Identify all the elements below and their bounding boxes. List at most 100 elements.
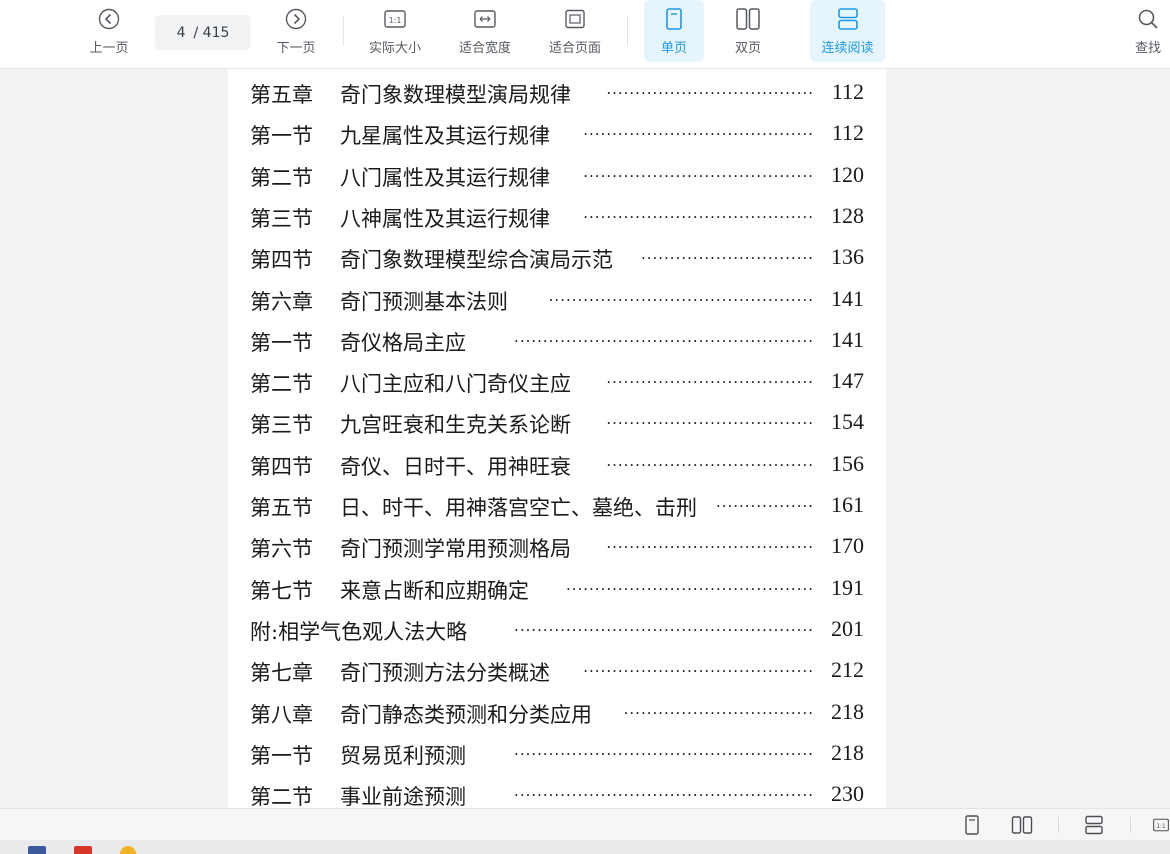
toc-row[interactable]: 第四节 奇门象数理模型综合演局示范 ························… (250, 238, 864, 274)
actual-size-button[interactable]: 1:1 实际大小 (363, 0, 427, 62)
fit-page-button[interactable]: 适合页面 (543, 0, 607, 62)
top-toolbar: 上一页 4 / 415 下一页 1:1 实际大小 适合宽度 适合页面 单页 双页… (0, 0, 1170, 69)
next-page-button[interactable]: 下一页 (271, 0, 321, 62)
toc-row[interactable]: 第六章 奇门预测基本法则 ·····························… (250, 280, 864, 316)
prev-page-button[interactable]: 上一页 (84, 0, 134, 62)
toc-page-number: 170 (831, 533, 864, 559)
continuous-icon (836, 8, 860, 30)
toc-section-number: 第一节 (250, 124, 313, 149)
toc-section-number: 第二节 (250, 785, 313, 809)
continuous-icon (1085, 815, 1103, 835)
status-single-page-button[interactable] (960, 813, 984, 837)
toc-title: 八神属性及其运行规律 (340, 206, 550, 231)
toc-leader-dots: ········································ (583, 166, 814, 185)
toc-row[interactable]: 第二节 事业前途预测 ·······························… (250, 775, 864, 809)
toc-section-number: 第四节 (250, 248, 313, 273)
toc-page-number: 120 (831, 161, 864, 187)
toc-page-number: 141 (831, 326, 864, 352)
toc-section-number: 第二节 (250, 372, 313, 397)
toc-row[interactable]: 第四节 奇仪、日时干、用神旺衰 ··························… (250, 445, 864, 481)
toc-row[interactable]: 第一节 贸易觅利预测 ·······························… (250, 734, 864, 770)
toc-title: 奇门预测基本法则 (340, 289, 508, 314)
toc-section-number: 第五章 (250, 83, 313, 107)
single-page-button[interactable]: 单页 (644, 0, 704, 62)
fit-width-icon (473, 8, 497, 30)
fit-width-button[interactable]: 适合宽度 (453, 0, 517, 62)
toc-row[interactable]: 第五章 奇门象数理模型演局规律 ··························… (250, 73, 864, 109)
toc-row[interactable]: 第五节 日、时干、用神落宫空亡、墓绝、击刑 ················· 161 (250, 486, 864, 522)
actual-size-icon: 1:1 (1153, 818, 1169, 832)
toc-section-number: 第五节 (250, 496, 313, 520)
toc-row[interactable]: 第二节 八门属性及其运行规律 ···························… (250, 156, 864, 192)
toc-row[interactable]: 第二节 八门主应和八门奇仪主应 ··························… (250, 362, 864, 398)
toc-page-number: 128 (831, 202, 864, 228)
search-icon (1137, 8, 1159, 30)
toc-section-number: 第四节 (250, 454, 313, 479)
toc-row[interactable]: 第三节 八神属性及其运行规律 ···························… (250, 197, 864, 233)
search-button[interactable]: 查找 (1128, 0, 1168, 62)
toc-leader-dots: ········································… (565, 579, 814, 598)
toc-title: 奇门象数理模型演局规律 (340, 83, 571, 107)
toc-row[interactable]: 第八章 奇门静态类预测和分类应用 ·························… (250, 693, 864, 729)
document-page: 第五章 奇门象数理模型演局规律 ··························… (228, 69, 886, 809)
toc-page-number: 112 (831, 79, 864, 104)
toc-title: 来意占断和应期确定 (340, 578, 529, 603)
toc-section-number: 第三节 (250, 413, 313, 438)
toc-row[interactable]: 第一节 奇仪格局主应 ·······························… (250, 321, 864, 357)
actual-size-label: 实际大小 (368, 41, 421, 56)
toc-section-number: 第六章 (250, 289, 313, 314)
toc-title: 贸易觅利预测 (340, 743, 466, 768)
current-page: 4 (176, 24, 186, 41)
toc-leader-dots: ········································ (583, 207, 814, 226)
toc-section-number: 第八章 (250, 702, 313, 727)
page-number-input[interactable]: 4 / 415 (155, 15, 251, 50)
status-continuous-button[interactable] (1082, 813, 1106, 837)
toc-page-number: 191 (831, 574, 864, 600)
toc-title: 九宫旺衰和生克关系论断 (340, 413, 571, 438)
toc-leader-dots: ···································· (606, 455, 814, 474)
toc-title: 八门属性及其运行规律 (340, 165, 550, 190)
toc-row[interactable]: 第三节 九宫旺衰和生克关系论断 ··························… (250, 403, 864, 439)
prev-page-label: 上一页 (89, 41, 129, 56)
toc-page-number: 141 (831, 285, 864, 311)
taskbar-sun-icon[interactable] (120, 846, 136, 854)
actual-size-icon: 1:1 (383, 8, 407, 30)
toc-title: 日、时干、用神落宫空亡、墓绝、击刑 (340, 496, 697, 520)
status-actual-size-button[interactable]: 1:1 (1152, 813, 1170, 837)
toc-row[interactable]: 第六节 奇门预测学常用预测格局 ··························… (250, 527, 864, 563)
status-double-page-button[interactable] (1010, 813, 1034, 837)
toc-row[interactable]: 第七节 来意占断和应期确定 ····························… (250, 569, 864, 605)
total-pages: / 415 (193, 24, 230, 41)
taskbar-document-icon[interactable] (28, 846, 46, 854)
toc-title: 八门主应和八门奇仪主应 (340, 372, 571, 397)
double-page-label: 双页 (734, 41, 761, 56)
chevron-left-circle-icon (98, 8, 120, 30)
toc-page-number: 212 (831, 657, 864, 683)
toc-page-number: 112 (831, 120, 864, 146)
taskbar-pdf-icon[interactable] (74, 846, 92, 854)
single-page-icon (664, 8, 684, 30)
toc-row[interactable]: 第七章 奇门预测方法分类概述 ···························… (250, 651, 864, 687)
toc-row[interactable]: 第一节 九星属性及其运行规律 ···························… (250, 114, 864, 150)
svg-text:1:1: 1:1 (389, 16, 402, 25)
double-page-button[interactable]: 双页 (720, 0, 776, 62)
continuous-reading-button[interactable]: 连续阅读 (810, 0, 885, 62)
toc-leader-dots: ···································· (606, 538, 814, 557)
toc-page-number: 154 (831, 409, 864, 435)
toc-title: 奇仪格局主应 (340, 330, 466, 355)
toc-page-number: 201 (831, 615, 864, 641)
toc-row[interactable]: 附:相学气色观人法大略 ·····························… (250, 610, 864, 646)
toc-leader-dots: ···································· (606, 414, 814, 433)
toc-title: 附:相学气色观人法大略 (250, 619, 468, 644)
toc-section-number: 第七章 (250, 661, 313, 686)
toc-leader-dots: ········································… (514, 744, 814, 763)
toc-page-number: 156 (831, 450, 864, 476)
toolbar-divider (627, 16, 628, 46)
toc-page-number: 230 (831, 781, 864, 807)
taskbar-strip (0, 840, 1170, 854)
toc-section-number: 第六节 (250, 537, 313, 562)
toc-section-number: 第一节 (250, 330, 313, 355)
toc-leader-dots: ········································ (583, 662, 814, 681)
toc-leader-dots: ···································· (606, 373, 814, 392)
toc-page-number: 147 (831, 368, 864, 394)
